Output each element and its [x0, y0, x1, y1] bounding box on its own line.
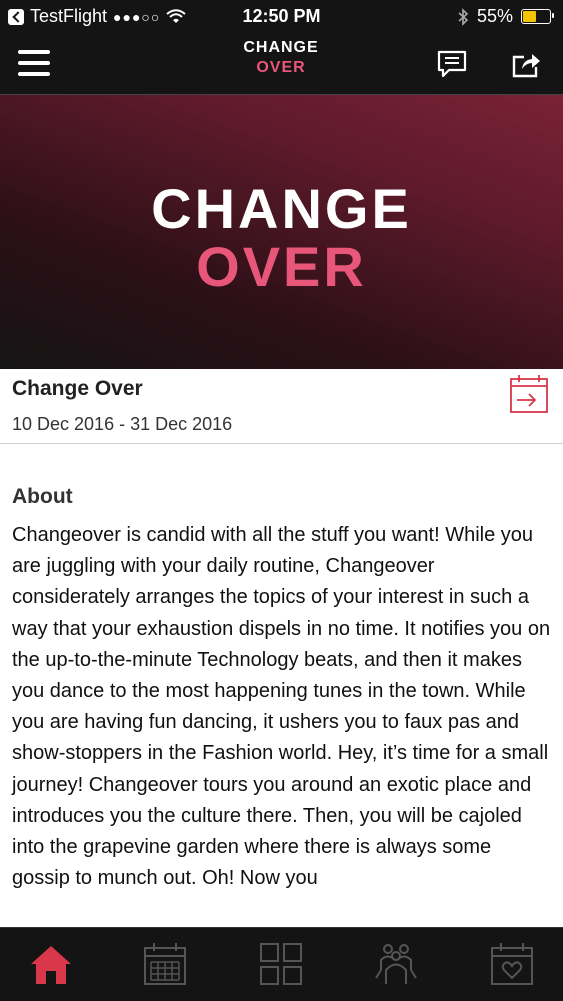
battery-icon — [521, 9, 554, 24]
about-heading: About — [12, 485, 73, 508]
event-header: Change Over 10 Dec 2016 - 31 Dec 2016 — [0, 369, 563, 444]
home-icon[interactable] — [27, 940, 75, 988]
event-dates: 10 Dec 2016 - 31 Dec 2016 — [12, 414, 233, 434]
top-nav-bar: CHANGE OVER — [0, 32, 563, 95]
logo-line-2: OVER — [256, 59, 306, 76]
about-scroll-area[interactable]: Changeover is candid with all the stuff … — [0, 515, 563, 926]
bluetooth-icon — [458, 7, 469, 26]
about-description: Changeover is candid with all the stuff … — [12, 524, 551, 890]
favorite-calendar-icon[interactable] — [488, 940, 536, 988]
app-logo: CHANGE OVER — [231, 38, 331, 78]
share-icon[interactable] — [510, 48, 542, 80]
banner-logo: CHANGE OVER — [0, 180, 563, 296]
banner-logo-line-2: OVER — [196, 235, 367, 298]
calendar-icon[interactable] — [141, 940, 189, 988]
banner-logo-line-1: CHANGE — [151, 177, 412, 240]
event-title: Change Over — [12, 377, 143, 400]
chat-icon[interactable] — [436, 48, 468, 80]
grid-icon[interactable] — [257, 940, 305, 988]
battery-percent: 55% — [476, 6, 513, 26]
status-right: 55% — [457, 6, 554, 27]
status-bar: TestFlight ●●●○○ 12:50 PM 55% — [0, 0, 563, 32]
menu-icon[interactable] — [18, 50, 50, 76]
event-banner: CHANGE OVER — [0, 95, 563, 369]
calendar-add-icon[interactable] — [508, 373, 550, 415]
bottom-tab-bar — [0, 927, 563, 1001]
people-icon[interactable] — [372, 940, 420, 988]
logo-line-1: CHANGE — [243, 39, 319, 56]
